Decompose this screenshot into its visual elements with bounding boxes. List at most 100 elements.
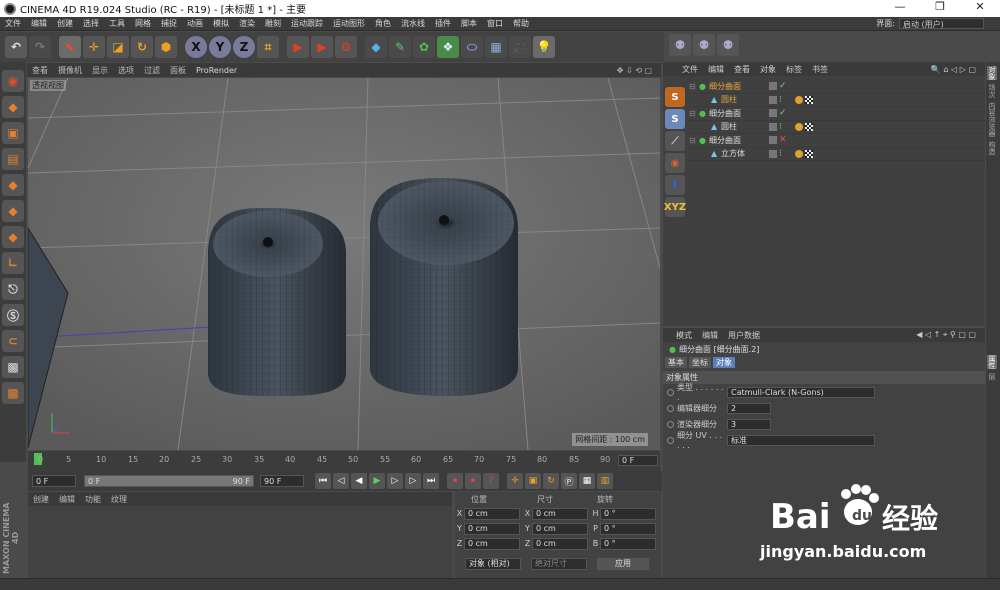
next-frame-icon[interactable]: ▷ bbox=[387, 473, 403, 489]
render-subdivision-field[interactable]: 3 bbox=[727, 418, 771, 430]
phong-tag-icon[interactable] bbox=[795, 149, 803, 158]
record-keys-icon[interactable]: ⏺ bbox=[447, 473, 463, 489]
size-mode-select[interactable]: 绝对尺寸 bbox=[531, 557, 587, 570]
menu-simulate[interactable]: 模拟 bbox=[208, 18, 234, 29]
layout-3-icon[interactable]: ⚉ bbox=[717, 34, 739, 56]
render-settings-icon[interactable]: ⚙ bbox=[335, 36, 357, 58]
go-to-end-icon[interactable]: ⏭ bbox=[423, 473, 439, 489]
snap-settings-icon[interactable]: S bbox=[665, 109, 685, 129]
menu-help[interactable]: 帮助 bbox=[508, 18, 534, 29]
am-menu-edit[interactable]: 编辑 bbox=[697, 330, 723, 341]
menu-motion-tracker[interactable]: 运动跟踪 bbox=[286, 18, 328, 29]
side-tab-takes[interactable]: 场次 bbox=[987, 84, 997, 98]
render-picture-viewer-icon[interactable]: ▶ bbox=[311, 36, 333, 58]
menu-file[interactable]: 文件 bbox=[0, 18, 26, 29]
end-frame-field[interactable]: 90 F bbox=[260, 475, 304, 487]
timeline[interactable]: 0 5 10 15 20 25 30 35 40 45 50 55 60 65 … bbox=[28, 451, 660, 471]
position-x-field[interactable]: 0 cm bbox=[464, 507, 520, 520]
side-tab-attributes[interactable]: 属性 bbox=[987, 355, 997, 369]
am-menu-user-data[interactable]: 用户数据 bbox=[723, 330, 765, 341]
object-row[interactable]: ⊟ ● 细分曲面 ✓ bbox=[689, 107, 985, 121]
am-menu-mode[interactable]: 模式 bbox=[671, 330, 697, 341]
redo-icon[interactable]: ↷ bbox=[29, 36, 51, 58]
object-row[interactable]: ⊟ ● 细分曲面 ✕ bbox=[689, 134, 985, 148]
undo-icon[interactable]: ↶ bbox=[5, 36, 27, 58]
rotation-h-field[interactable]: 0 ° bbox=[600, 507, 656, 520]
points-mode-icon[interactable]: ◆ bbox=[2, 174, 24, 196]
edges-mode-icon[interactable]: ◆ bbox=[2, 200, 24, 222]
object-row[interactable]: ▲ 圆柱 ⁝ bbox=[689, 94, 985, 107]
material-menu-function[interactable]: 功能 bbox=[80, 494, 106, 505]
object-row[interactable]: ⊟ ● 细分曲面 ✓ bbox=[689, 80, 985, 94]
material-tag-icon[interactable] bbox=[805, 95, 813, 104]
magnet-icon[interactable]: ⊂ bbox=[2, 330, 24, 352]
anim-dot-icon[interactable] bbox=[667, 420, 674, 428]
menu-mesh[interactable]: 网格 bbox=[130, 18, 156, 29]
viewport-nav-icons[interactable]: ✥ ⇩ ⟲ ▢ bbox=[612, 66, 657, 75]
viewport-menu-panel[interactable]: 面板 bbox=[165, 65, 191, 76]
side-tab-layers[interactable]: 层 bbox=[987, 373, 997, 380]
planar-workplane-icon[interactable]: ▩ bbox=[2, 382, 24, 404]
viewport-menu-filter[interactable]: 过滤 bbox=[139, 65, 165, 76]
apply-button[interactable]: 应用 bbox=[597, 557, 649, 570]
deformer-icon[interactable]: ⬭ bbox=[461, 36, 483, 58]
next-key-icon[interactable]: ▷ bbox=[405, 473, 421, 489]
start-frame-field[interactable]: 0 F bbox=[32, 475, 76, 487]
om-menu-view[interactable]: 查看 bbox=[729, 64, 755, 75]
parameter-key-icon[interactable]: Ⓟ bbox=[561, 473, 577, 489]
array-icon[interactable]: ❖ bbox=[437, 36, 459, 58]
live-select-icon[interactable]: ⬉ bbox=[59, 36, 81, 58]
side-tab-content-browser[interactable]: 内容浏览器 bbox=[987, 102, 997, 137]
object-row[interactable]: ▲ 立方体 ⁝ bbox=[689, 148, 985, 161]
menu-pipeline[interactable]: 流水线 bbox=[396, 18, 430, 29]
perspective-viewport[interactable]: 透视视图 网格间距 : 100 cm bbox=[28, 78, 660, 450]
viewport-menu-display[interactable]: 显示 bbox=[87, 65, 113, 76]
close-button[interactable]: ✕ bbox=[960, 0, 1000, 13]
texture-mode-icon[interactable]: ▣ bbox=[2, 122, 24, 144]
render-view-icon[interactable]: ▶ bbox=[287, 36, 309, 58]
am-nav-icons[interactable]: ◀ ◁ ↑ ⌖ ⚲ ▢ ▢ bbox=[911, 330, 981, 340]
position-key-icon[interactable]: ✛ bbox=[507, 473, 523, 489]
layout-select[interactable]: 启动 (用户) bbox=[899, 18, 984, 29]
rotation-b-field[interactable]: 0 ° bbox=[600, 537, 656, 550]
go-to-start-icon[interactable]: ⏮ bbox=[315, 473, 331, 489]
disabled-x-icon[interactable]: ✕ bbox=[779, 135, 789, 145]
snap-icon[interactable]: Ⓢ bbox=[2, 304, 24, 326]
material-tag-icon[interactable] bbox=[805, 122, 813, 131]
layout-2-icon[interactable]: ⚉ bbox=[693, 34, 715, 56]
enabled-check-icon[interactable]: ✓ bbox=[779, 81, 789, 91]
x-axis-icon[interactable]: X bbox=[185, 36, 207, 58]
material-menu-create[interactable]: 创建 bbox=[28, 494, 54, 505]
om-menu-file[interactable]: 文件 bbox=[677, 64, 703, 75]
type-select[interactable]: Catmull-Clark (N-Gons) bbox=[727, 386, 875, 398]
menu-mograph[interactable]: 运动图形 bbox=[328, 18, 370, 29]
axis-snap-icon[interactable]: ⬇ bbox=[665, 175, 685, 195]
xyz-snap-icon[interactable]: XYZ bbox=[664, 197, 686, 217]
size-y-field[interactable]: 0 cm bbox=[532, 522, 588, 535]
material-manager[interactable]: 创建 编辑 功能 纹理 bbox=[28, 492, 452, 578]
recent-tool-icon[interactable]: ⬢ bbox=[155, 36, 177, 58]
tab-basic[interactable]: 基本 bbox=[665, 357, 687, 368]
viewport-menu-options[interactable]: 选项 bbox=[113, 65, 139, 76]
phong-tag-icon[interactable] bbox=[795, 95, 803, 104]
enabled-check-icon[interactable]: ✓ bbox=[779, 108, 789, 118]
phong-tag-icon[interactable] bbox=[795, 122, 803, 131]
coord-mode-select[interactable]: 对象 (相对) bbox=[465, 557, 521, 570]
scale-icon[interactable]: ◪ bbox=[107, 36, 129, 58]
menu-animate[interactable]: 动画 bbox=[182, 18, 208, 29]
tab-coord[interactable]: 坐标 bbox=[689, 357, 711, 368]
menu-tools[interactable]: 工具 bbox=[104, 18, 130, 29]
brush-icon[interactable]: ⟋ bbox=[665, 131, 685, 151]
side-tab-objects[interactable]: 对象 bbox=[987, 66, 997, 80]
viewport-menu-cameras[interactable]: 摄像机 bbox=[53, 65, 87, 76]
tweak-mode-icon[interactable]: ⎋ bbox=[2, 278, 24, 300]
layout-1-icon[interactable]: ⚉ bbox=[669, 34, 691, 56]
current-frame-field[interactable]: 0 F bbox=[618, 455, 658, 466]
snap-enable-icon[interactable]: S bbox=[665, 87, 685, 107]
size-z-field[interactable]: 0 cm bbox=[532, 537, 588, 550]
frame-range-slider[interactable]: 0 F 90 F bbox=[84, 475, 254, 487]
scale-key-icon[interactable]: ▣ bbox=[525, 473, 541, 489]
rotation-key-icon[interactable]: ↻ bbox=[543, 473, 559, 489]
position-y-field[interactable]: 0 cm bbox=[464, 522, 520, 535]
size-x-field[interactable]: 0 cm bbox=[532, 507, 588, 520]
